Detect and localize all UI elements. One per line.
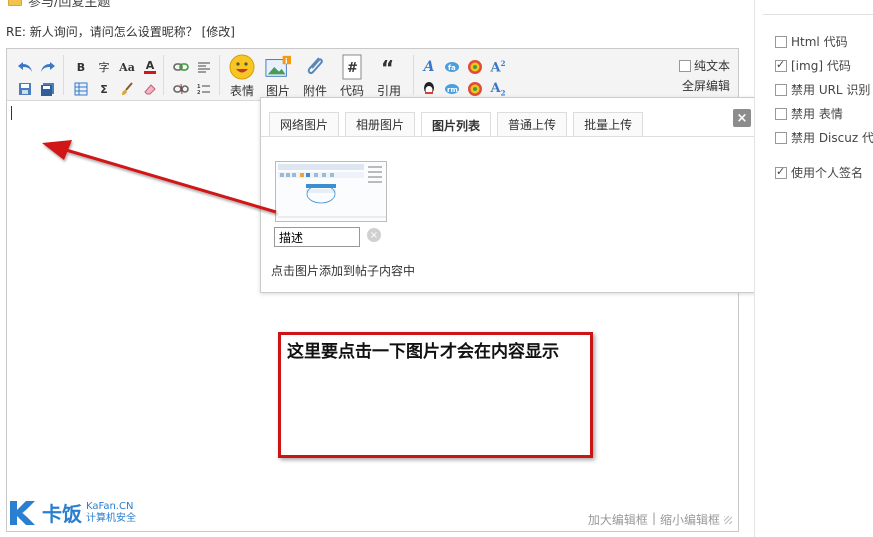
option-signature-checkbox[interactable]	[775, 165, 787, 179]
option-url-checkbox[interactable]	[775, 83, 787, 96]
option-img-code[interactable]: [img] 代码	[775, 57, 851, 74]
post-options-panel: Html 代码 [img] 代码 禁用 URL 识别 禁用 表情 禁用 Disc…	[754, 0, 873, 537]
option-disable-url[interactable]: 禁用 URL 识别	[775, 81, 870, 98]
option-use-signature[interactable]: 使用个人签名	[775, 164, 863, 181]
option-disable-discuz-code[interactable]: 禁用 Discuz 代码	[775, 129, 873, 146]
panel-divider	[763, 14, 873, 15]
option-html-label: Html 代码	[791, 35, 848, 49]
option-smilies-label: 禁用 表情	[791, 107, 843, 121]
kafan-watermark: 卡饭 KaFan.CN 计算机安全	[8, 498, 136, 527]
watermark-tagline: 计算机安全	[86, 512, 136, 524]
watermark-sub: KaFan.CN 计算机安全	[86, 501, 136, 525]
option-disable-smilies[interactable]: 禁用 表情	[775, 105, 843, 122]
option-signature-label: 使用个人签名	[791, 166, 864, 180]
option-html-code[interactable]: Html 代码	[775, 33, 848, 50]
watermark-brand: 卡饭	[42, 502, 82, 526]
option-html-checkbox[interactable]	[775, 35, 787, 48]
option-img-checkbox[interactable]	[775, 58, 787, 72]
watermark-domain: KaFan.CN	[86, 500, 134, 512]
option-discuz-checkbox[interactable]	[775, 131, 787, 144]
annotation-callout: 这里要点击一下图片才会在内容显示	[278, 332, 593, 458]
option-smilies-checkbox[interactable]	[775, 107, 787, 120]
option-url-label: 禁用 URL 识别	[791, 83, 871, 97]
option-img-label: [img] 代码	[791, 59, 851, 73]
option-discuz-label: 禁用 Discuz 代码	[791, 131, 873, 145]
kafan-logo-icon	[10, 500, 35, 525]
